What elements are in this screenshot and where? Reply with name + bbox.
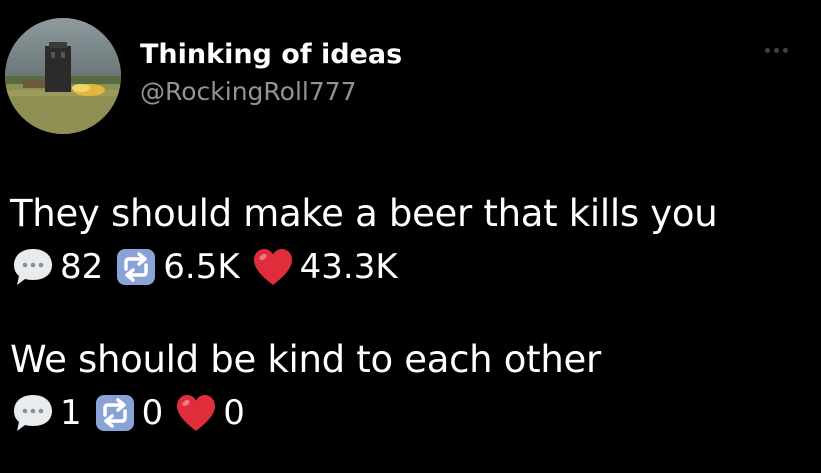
red-heart-icon [253, 249, 292, 285]
user-info: Thinking of ideas @RockingRoll777 [140, 38, 402, 108]
tweet-stats: 1 0 0 [10, 388, 601, 438]
reply-count: 82 [60, 247, 104, 287]
more-options-icon [765, 47, 788, 53]
retweet-count: 0 [141, 393, 164, 433]
tweet-text: They should make a beer that kills you [10, 192, 718, 235]
like-stat[interactable]: 43.3K [250, 244, 398, 290]
red-heart-icon [177, 395, 216, 431]
speech-bubble-icon [14, 395, 52, 431]
tweet-text: We should be kind to each other [10, 338, 601, 381]
speech-bubble-icon [14, 249, 52, 285]
display-name[interactable]: Thinking of ideas [140, 38, 402, 72]
user-handle[interactable]: @RockingRoll777 [140, 76, 402, 108]
tweet-header: Thinking of ideas @RockingRoll777 [5, 18, 815, 134]
avatar-photo-icon [5, 18, 121, 134]
repeat-icon [117, 249, 156, 285]
reply-stat[interactable]: 1 [10, 390, 82, 436]
like-count: 43.3K [299, 247, 398, 287]
like-count: 0 [223, 393, 245, 433]
reply-count: 1 [60, 393, 82, 433]
reply-stat[interactable]: 82 [10, 244, 103, 290]
retweet-stat[interactable]: 0 [92, 390, 164, 436]
retweet-stat[interactable]: 6.5K [113, 244, 240, 290]
tweet: They should make a beer that kills you 8… [10, 192, 718, 292]
tweet-stats: 82 6.5K 43.3K [10, 242, 717, 292]
retweet-count: 6.5K [163, 247, 240, 287]
repeat-icon [95, 395, 134, 431]
more-options-button[interactable] [765, 40, 805, 60]
avatar[interactable] [5, 18, 121, 134]
tweet: We should be kind to each other 1 0 0 [10, 338, 601, 438]
like-stat[interactable]: 0 [173, 390, 245, 436]
